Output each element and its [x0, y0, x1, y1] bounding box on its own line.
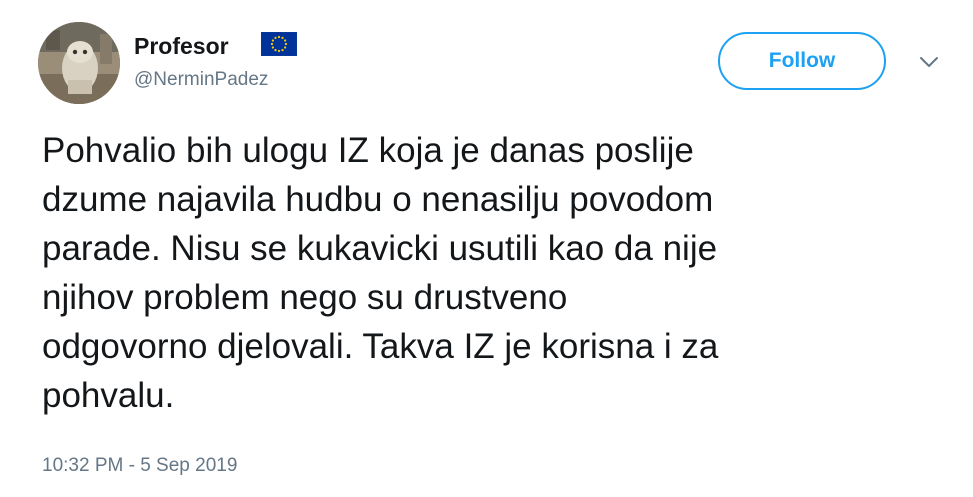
- avatar[interactable]: [38, 22, 120, 104]
- tweet-text: Pohvalio bih ulogu IZ koja je danas posl…: [42, 131, 719, 415]
- eu-flag-icon: [261, 32, 297, 56]
- avatar-image: [38, 22, 120, 104]
- display-name[interactable]: Profesor: [134, 31, 229, 61]
- follow-button[interactable]: Follow: [718, 32, 886, 90]
- chevron-down-icon[interactable]: [918, 55, 940, 69]
- user-handle[interactable]: @NerminPadez: [134, 68, 268, 92]
- tweet-timestamp[interactable]: 10:32 PM - 5 Sep 2019: [42, 454, 237, 478]
